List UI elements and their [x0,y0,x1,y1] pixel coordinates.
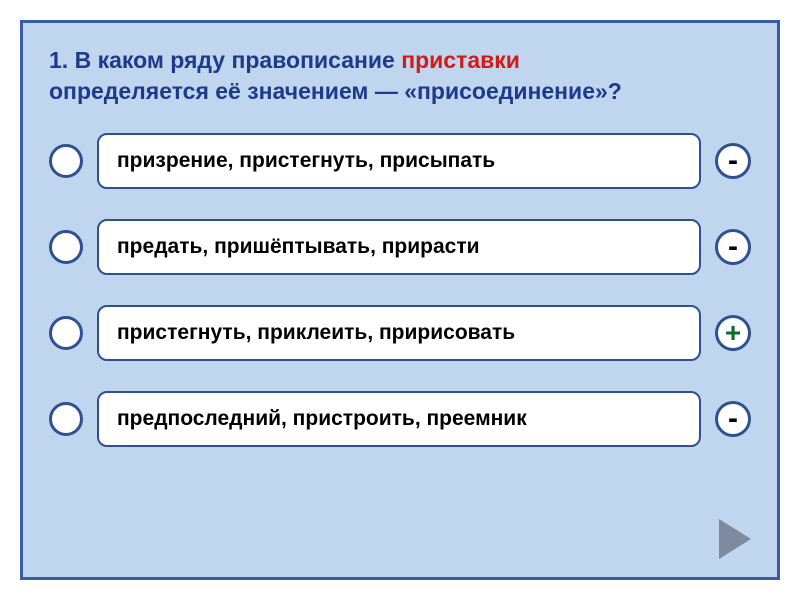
next-arrow-icon[interactable] [719,519,751,559]
answer-row: призрение, пристегнуть, присыпать - [49,133,751,189]
radio-button[interactable] [49,316,83,350]
answer-option[interactable]: призрение, пристегнуть, присыпать [97,133,701,189]
option-text: предать, пришёптывать, прирасти [117,235,480,259]
result-badge: - [715,229,751,265]
answer-row: пристегнуть, приклеить, пририсовать + [49,305,751,361]
plus-icon: + [725,319,741,347]
question-number: 1. [49,47,68,73]
answer-row: предать, пришёптывать, прирасти - [49,219,751,275]
minus-icon: - [728,146,738,176]
question-part1: В каком ряду правописание [75,47,395,73]
option-text: предпоследний, пристроить, преемник [117,407,527,431]
result-badge: + [715,315,751,351]
quiz-slide: 1. В каком ряду правописание приставки о… [20,20,780,580]
question-keyword: приставки [401,47,520,73]
answer-option[interactable]: предпоследний, пристроить, преемник [97,391,701,447]
minus-icon: - [728,404,738,434]
answer-option[interactable]: пристегнуть, приклеить, пририсовать [97,305,701,361]
option-text: пристегнуть, приклеить, пририсовать [117,321,515,345]
question-part2: определяется её значением — «присоединен… [49,78,622,104]
minus-icon: - [728,232,738,262]
result-badge: - [715,401,751,437]
radio-button[interactable] [49,230,83,264]
result-badge: - [715,143,751,179]
answer-option[interactable]: предать, пришёптывать, прирасти [97,219,701,275]
radio-button[interactable] [49,144,83,178]
answer-row: предпоследний, пристроить, преемник - [49,391,751,447]
option-text: призрение, пристегнуть, присыпать [117,149,495,173]
radio-button[interactable] [49,402,83,436]
question-text: 1. В каком ряду правописание приставки о… [49,45,751,107]
